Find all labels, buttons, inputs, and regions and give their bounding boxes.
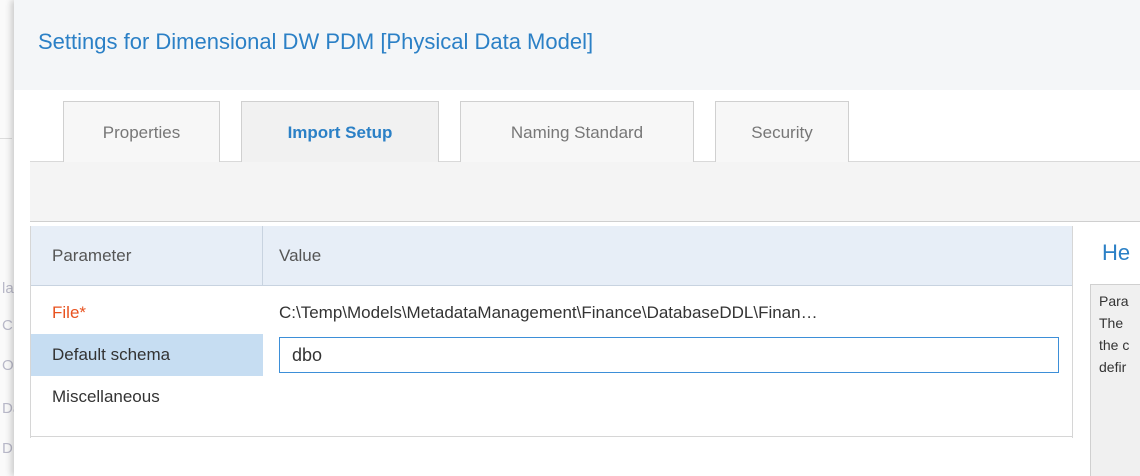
tab-strip: Properties Import Setup Naming Standard … xyxy=(30,90,1140,164)
parameter-grid: Parameter Value File* C:\Temp\Models\Met… xyxy=(30,226,1073,438)
help-text-line: The xyxy=(1099,315,1124,331)
tab-properties[interactable]: Properties xyxy=(63,101,220,163)
help-panel: He Para The the c defir xyxy=(1086,226,1140,476)
tab-naming-standard[interactable]: Naming Standard xyxy=(460,101,694,163)
help-text-line: Para xyxy=(1099,293,1129,309)
help-text-line: defir xyxy=(1099,359,1127,375)
parameter-label-default-schema: Default schema xyxy=(31,334,263,376)
background-text-fragment: O xyxy=(2,357,14,374)
column-header-parameter: Parameter xyxy=(52,246,132,265)
help-body: Para The the c defir xyxy=(1090,284,1140,476)
miscellaneous-value[interactable] xyxy=(279,376,1059,418)
background-text-fragment: la xyxy=(2,280,14,297)
grid-bottom-border xyxy=(31,436,1072,437)
help-text-line: the c xyxy=(1099,337,1130,353)
background-divider xyxy=(0,138,12,139)
help-title: He xyxy=(1102,240,1131,265)
background-text-fragment: C xyxy=(2,317,13,334)
default-schema-input[interactable] xyxy=(279,337,1059,373)
parameter-label-file: File* xyxy=(52,303,87,322)
tab-security[interactable]: Security xyxy=(715,101,849,163)
tab-import-setup[interactable]: Import Setup xyxy=(241,101,439,164)
settings-dialog: Settings for Dimensional DW PDM [Physica… xyxy=(14,0,1140,476)
grid-row-default-schema[interactable]: Default schema xyxy=(31,334,1072,376)
parameter-label-miscellaneous: Miscellaneous xyxy=(52,387,160,406)
dialog-header: Settings for Dimensional DW PDM [Physica… xyxy=(14,0,1140,90)
column-header-value: Value xyxy=(279,246,322,265)
grid-header: Parameter Value xyxy=(31,226,1072,286)
file-path-value[interactable]: C:\Temp\Models\MetadataManagement\Financ… xyxy=(279,292,1059,334)
dialog-title: Settings for Dimensional DW PDM [Physica… xyxy=(38,29,594,54)
background-text-fragment: D xyxy=(2,440,13,457)
column-divider xyxy=(262,226,263,286)
grid-row-miscellaneous[interactable]: Miscellaneous xyxy=(31,376,1072,418)
toolbar xyxy=(30,162,1140,222)
grid-row-file[interactable]: File* C:\Temp\Models\MetadataManagement\… xyxy=(31,292,1072,334)
